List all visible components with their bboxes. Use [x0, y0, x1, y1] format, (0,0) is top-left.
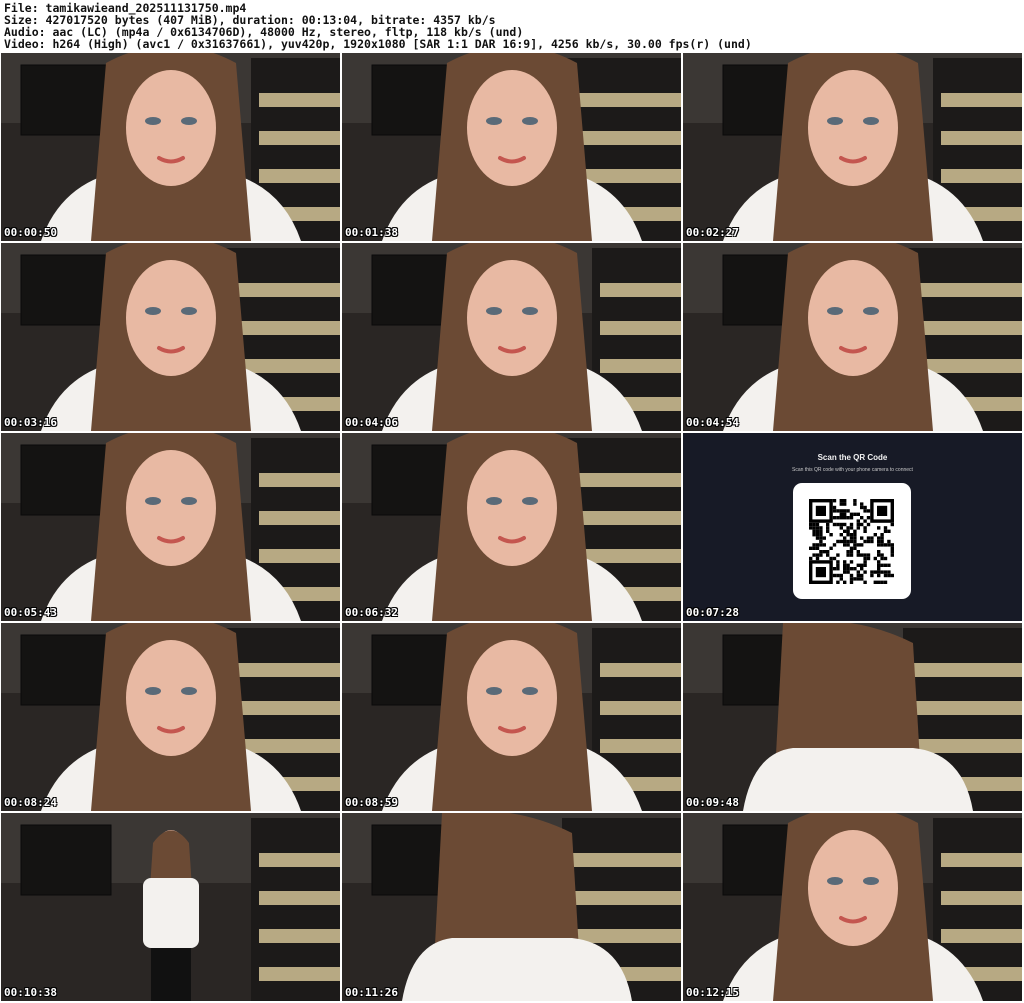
video-thumbnail: 00:12:15	[683, 813, 1022, 1001]
thumbnail-timestamp: 00:05:43	[4, 606, 57, 619]
video-thumbnail: Scan the QR Code Scan this QR code with y…	[683, 433, 1022, 621]
video-thumbnail: 00:01:38	[342, 53, 681, 241]
video-thumbnail: 00:02:27	[683, 53, 1022, 241]
video-thumbnail: 00:09:48	[683, 623, 1022, 811]
video-thumbnail: 00:08:59	[342, 623, 681, 811]
thumbnail-timestamp: 00:03:16	[4, 416, 57, 429]
video-thumbnail: 00:11:26	[342, 813, 681, 1001]
thumbnail-frame-image	[1, 813, 340, 1001]
thumbnail-frame-image	[683, 53, 1022, 241]
thumbnail-frame-image	[342, 243, 681, 431]
thumbnail-timestamp: 00:01:38	[345, 226, 398, 239]
thumbnail-frame-image	[342, 623, 681, 811]
thumbnail-timestamp: 00:12:15	[686, 986, 739, 999]
thumbnail-timestamp: 00:08:24	[4, 796, 57, 809]
video-thumbnail: 00:10:38	[1, 813, 340, 1001]
thumbnail-timestamp: 00:04:54	[686, 416, 739, 429]
thumbnail-timestamp: 00:07:28	[686, 606, 739, 619]
thumbnail-frame-image	[683, 623, 1022, 811]
video-thumbnail: 00:00:50	[1, 53, 340, 241]
thumbnail-timestamp: 00:00:50	[4, 226, 57, 239]
thumbnail-frame-image	[1, 53, 340, 241]
video-thumbnail: 00:04:54	[683, 243, 1022, 431]
video-info-header: File: tamikawieand_202511131750.mp4 Size…	[0, 0, 1024, 53]
thumbnail-frame-image	[1, 243, 340, 431]
thumbnail-timestamp: 00:04:06	[345, 416, 398, 429]
thumbnail-frame-image	[1, 433, 340, 621]
thumbnail-timestamp: 00:08:59	[345, 796, 398, 809]
thumbnail-timestamp: 00:11:26	[345, 986, 398, 999]
qr-screen-subtitle: Scan this QR code with your phone camera…	[792, 467, 913, 473]
qr-code-card	[793, 483, 911, 599]
video-thumbnail: 00:04:06	[342, 243, 681, 431]
thumbnail-grid: 00:00:50 00:01:38 00:02:27 00:03:16 00:04:06…	[1, 53, 1023, 1003]
thumbnail-frame-image	[342, 433, 681, 621]
thumbnail-timestamp: 00:02:27	[686, 226, 739, 239]
video-thumbnail: 00:06:32	[342, 433, 681, 621]
video-thumbnail: 00:05:43	[1, 433, 340, 621]
video-thumbnail: 00:03:16	[1, 243, 340, 431]
thumbnail-timestamp: 00:09:48	[686, 796, 739, 809]
thumbnail-timestamp: 00:10:38	[4, 986, 57, 999]
video-thumbnail: 00:08:24	[1, 623, 340, 811]
thumbnail-frame-image	[683, 813, 1022, 1001]
thumbnail-frame-image	[683, 243, 1022, 431]
thumbnail-timestamp: 00:06:32	[345, 606, 398, 619]
qr-screen-title: Scan the QR Code	[817, 453, 888, 462]
thumbnail-frame-image	[342, 53, 681, 241]
video-info-line: Video: h264 (High) (avc1 / 0x31637661), …	[4, 37, 752, 51]
thumbnail-frame-image	[342, 813, 681, 1001]
qr-code-image	[809, 499, 894, 584]
thumbnail-frame-image	[1, 623, 340, 811]
